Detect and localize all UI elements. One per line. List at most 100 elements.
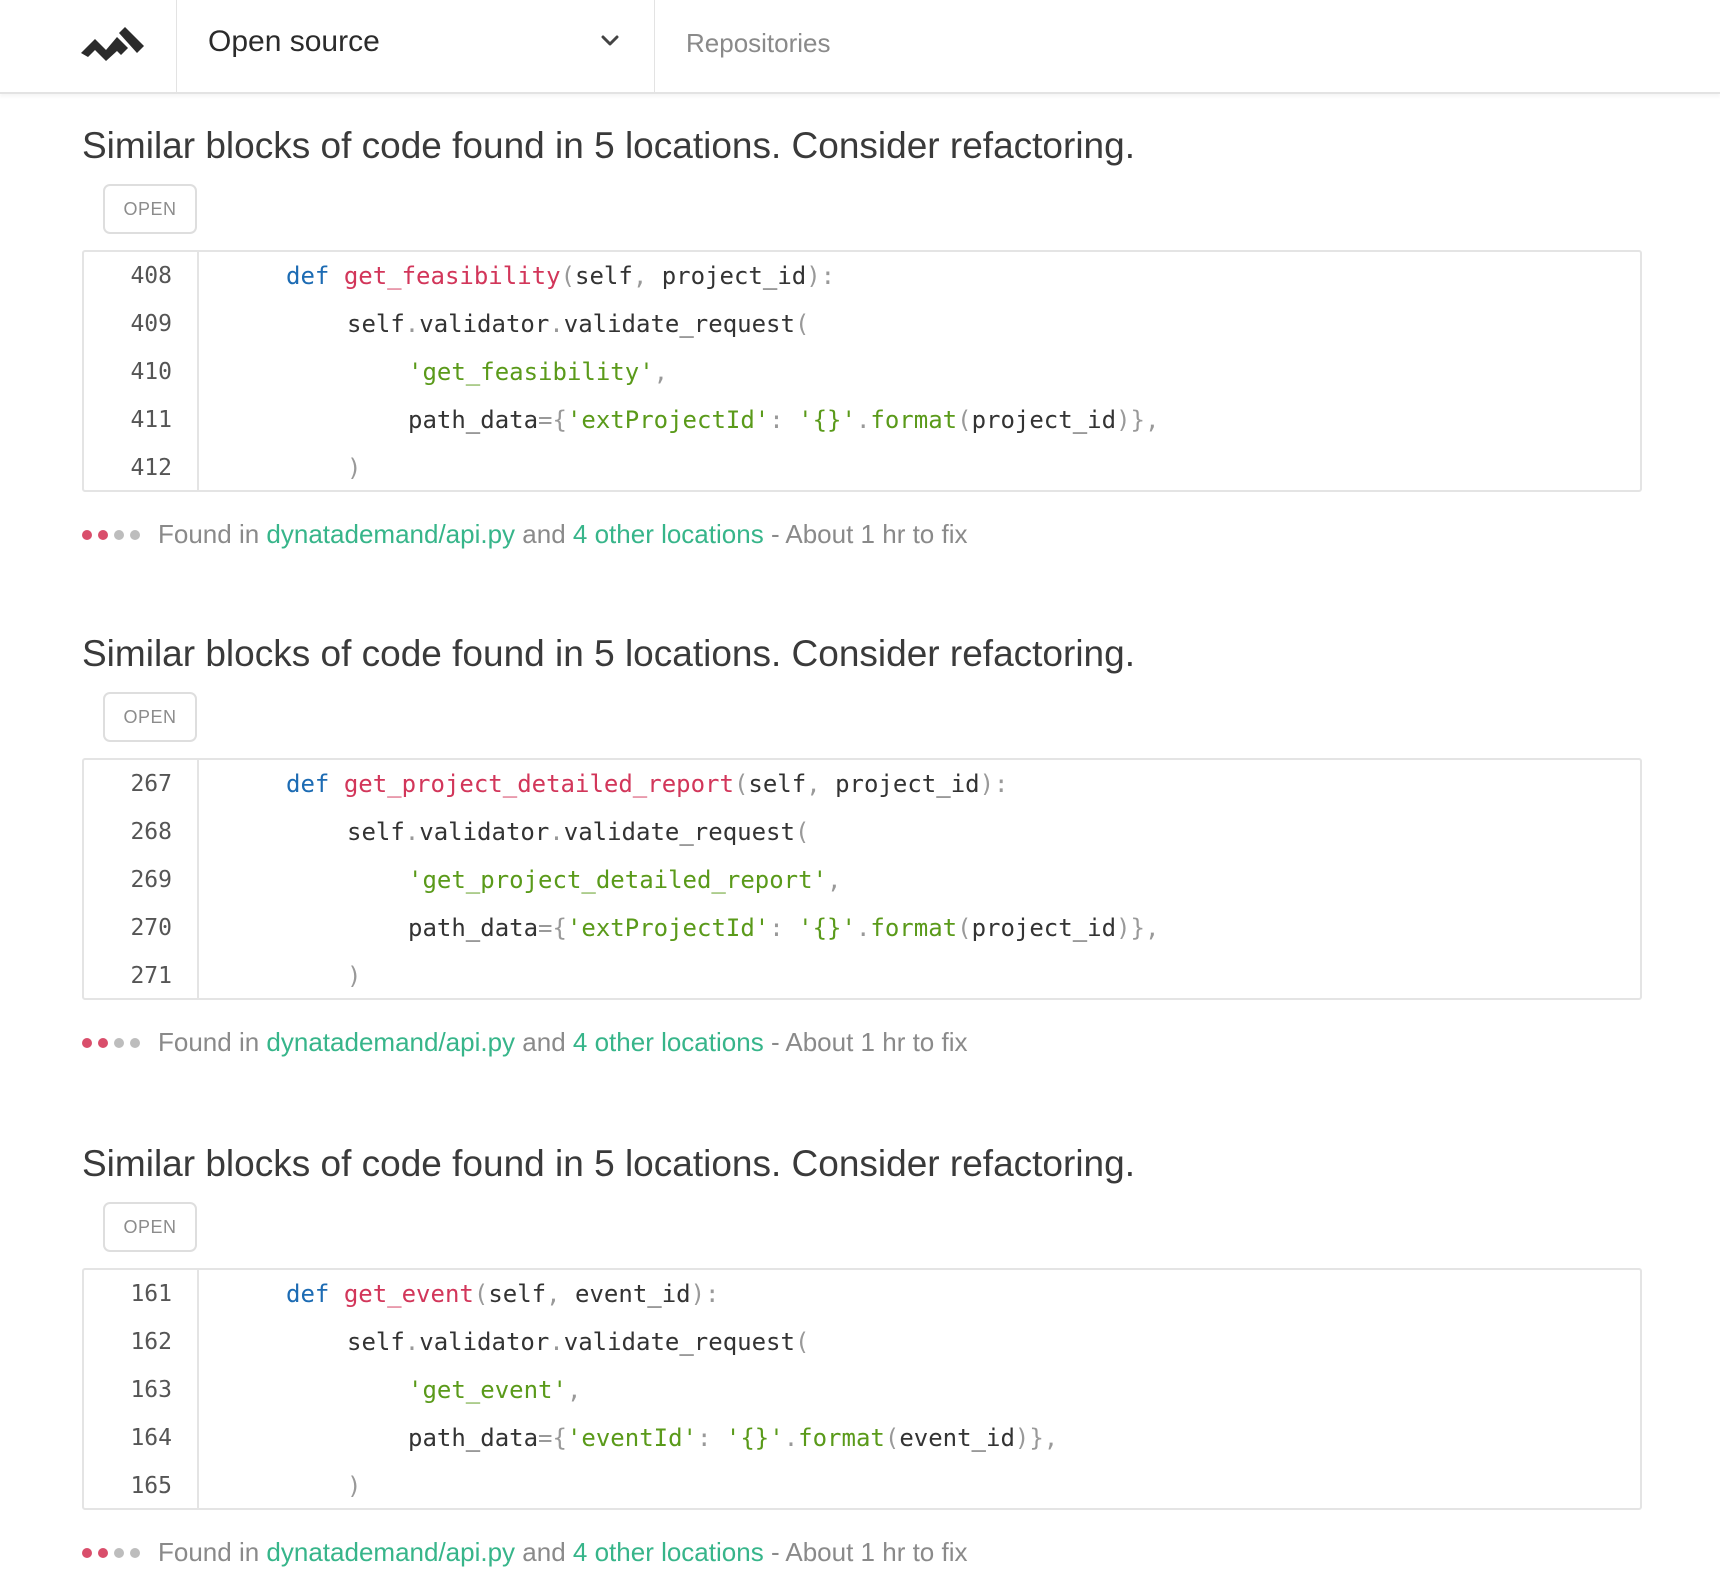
severity-dot [98, 1038, 108, 1048]
found-in-label: Found in [158, 519, 260, 549]
severity-indicator [82, 1548, 142, 1558]
issue-card: Similar blocks of code found in 5 locati… [82, 632, 1642, 1057]
code-line: def get_feasibility(self, project_id): [286, 262, 836, 290]
line-number: 163 [130, 1377, 172, 1403]
line-number: 412 [130, 455, 172, 481]
line-gutter: 161 162 163 164 165 [84, 1270, 199, 1508]
code-string: 'extProjectId' [566, 406, 770, 434]
line-number: 411 [130, 407, 172, 433]
code-string: 'get_event' [408, 1376, 567, 1404]
severity-dot [98, 1548, 108, 1558]
severity-indicator [82, 530, 142, 540]
line-number: 161 [130, 1281, 172, 1307]
code-snippet: 161 162 163 164 165 def get_event(self, event… [82, 1268, 1642, 1510]
line-number: 164 [130, 1425, 172, 1451]
issue-card: Similar blocks of code found in 5 locati… [82, 1142, 1642, 1567]
code-line: path_data={'eventId': '{}'.format(event_… [408, 1424, 1059, 1452]
issue-title: Similar blocks of code found in 5 locati… [82, 633, 1135, 674]
severity-indicator [82, 1038, 142, 1048]
code-line: ) [347, 454, 362, 482]
other-locations-link[interactable]: 4 other locations [573, 1027, 764, 1057]
code-param: project_id [661, 262, 807, 290]
codeclimate-logo-icon [81, 27, 144, 61]
status-badge[interactable]: OPEN [103, 692, 197, 742]
other-locations-link[interactable]: 4 other locations [573, 1537, 764, 1567]
line-number: 409 [130, 311, 172, 337]
code-arg: project_id [971, 914, 1117, 942]
status-badge[interactable]: OPEN [103, 1202, 197, 1252]
line-number: 269 [130, 867, 172, 893]
code-string: 'eventId' [566, 1424, 697, 1452]
found-in-label: Found in [158, 1027, 260, 1057]
org-switcher-dropdown[interactable]: Open source [177, 0, 655, 92]
code-line: ) [347, 962, 362, 990]
found-in-label: Found in [158, 1537, 260, 1567]
line-number: 408 [130, 263, 172, 289]
line-number: 162 [130, 1329, 172, 1355]
code-line: ) [347, 1472, 362, 1500]
code-function-name: get_project_detailed_report [343, 770, 734, 798]
code-string: 'get_project_detailed_report' [408, 866, 828, 894]
issue-title: Similar blocks of code found in 5 locati… [82, 1143, 1135, 1184]
line-number: 267 [130, 771, 172, 797]
code-keyword: def [286, 1280, 330, 1308]
code-function-name: get_event [343, 1280, 474, 1308]
severity-dot [98, 530, 108, 540]
code-line: self.validator.validate_request( [347, 310, 810, 338]
code-param: event_id [575, 1280, 691, 1308]
remediation-estimate: - About 1 hr to fix [770, 519, 968, 549]
file-link[interactable]: dynatademand/api.py [266, 519, 515, 549]
code-line: path_data={'extProjectId': '{}'.format(p… [408, 406, 1160, 434]
code-arg: event_id [899, 1424, 1015, 1452]
line-number: 410 [130, 359, 172, 385]
code-line: 'get_feasibility', [408, 358, 669, 386]
chevron-down-icon [601, 35, 619, 46]
code-arg: project_id [971, 406, 1117, 434]
code-line: def get_project_detailed_report(self, pr… [286, 770, 1009, 798]
code-snippet: 408 409 410 411 412 def get_feasibility(self,… [82, 250, 1642, 492]
code-line: def get_event(self, event_id): [286, 1280, 720, 1308]
code-line: 'get_event', [408, 1376, 582, 1404]
code-line: path_data={'extProjectId': '{}'.format(p… [408, 914, 1160, 942]
code-keyword: def [286, 262, 330, 290]
other-locations-link[interactable]: 4 other locations [573, 519, 764, 549]
code-snippet: 267 268 269 270 271 def get_project_detailed_… [82, 758, 1642, 1000]
logo-link[interactable] [0, 0, 177, 92]
file-link[interactable]: dynatademand/api.py [266, 1537, 515, 1567]
line-gutter: 408 409 410 411 412 [84, 252, 199, 490]
severity-dot [114, 1548, 124, 1558]
file-link[interactable]: dynatademand/api.py [266, 1027, 515, 1057]
remediation-estimate: - About 1 hr to fix [770, 1027, 968, 1057]
code-param: project_id [835, 770, 980, 798]
and-label: and [522, 1027, 566, 1057]
line-gutter: 267 268 269 270 271 [84, 760, 199, 998]
severity-dot [114, 530, 124, 540]
issue-title: Similar blocks of code found in 5 locati… [82, 125, 1135, 166]
and-label: and [522, 1537, 566, 1567]
code-line: self.validator.validate_request( [347, 1328, 810, 1356]
severity-dot [130, 530, 140, 540]
code-string: 'get_feasibility' [408, 358, 654, 386]
severity-dot [82, 1548, 92, 1558]
line-number: 271 [130, 963, 172, 989]
top-navigation-bar: Open source Repositories [0, 0, 1720, 94]
nav-repositories-link[interactable]: Repositories [686, 28, 831, 59]
status-badge[interactable]: OPEN [103, 184, 197, 234]
line-number: 165 [130, 1473, 172, 1499]
code-function-name: get_feasibility [343, 262, 561, 290]
code-line: self.validator.validate_request( [347, 818, 810, 846]
remediation-estimate: - About 1 hr to fix [770, 1537, 968, 1567]
code-string: 'extProjectId' [566, 914, 770, 942]
severity-dot [82, 1038, 92, 1048]
line-number: 270 [130, 915, 172, 941]
severity-dot [82, 530, 92, 540]
severity-dot [130, 1548, 140, 1558]
code-line: 'get_project_detailed_report', [408, 866, 842, 894]
line-number: 268 [130, 819, 172, 845]
org-name: Open source [208, 25, 380, 58]
code-keyword: def [286, 770, 330, 798]
severity-dot [114, 1038, 124, 1048]
severity-dot [130, 1038, 140, 1048]
and-label: and [522, 519, 566, 549]
issue-card: Similar blocks of code found in 5 locati… [82, 124, 1642, 549]
